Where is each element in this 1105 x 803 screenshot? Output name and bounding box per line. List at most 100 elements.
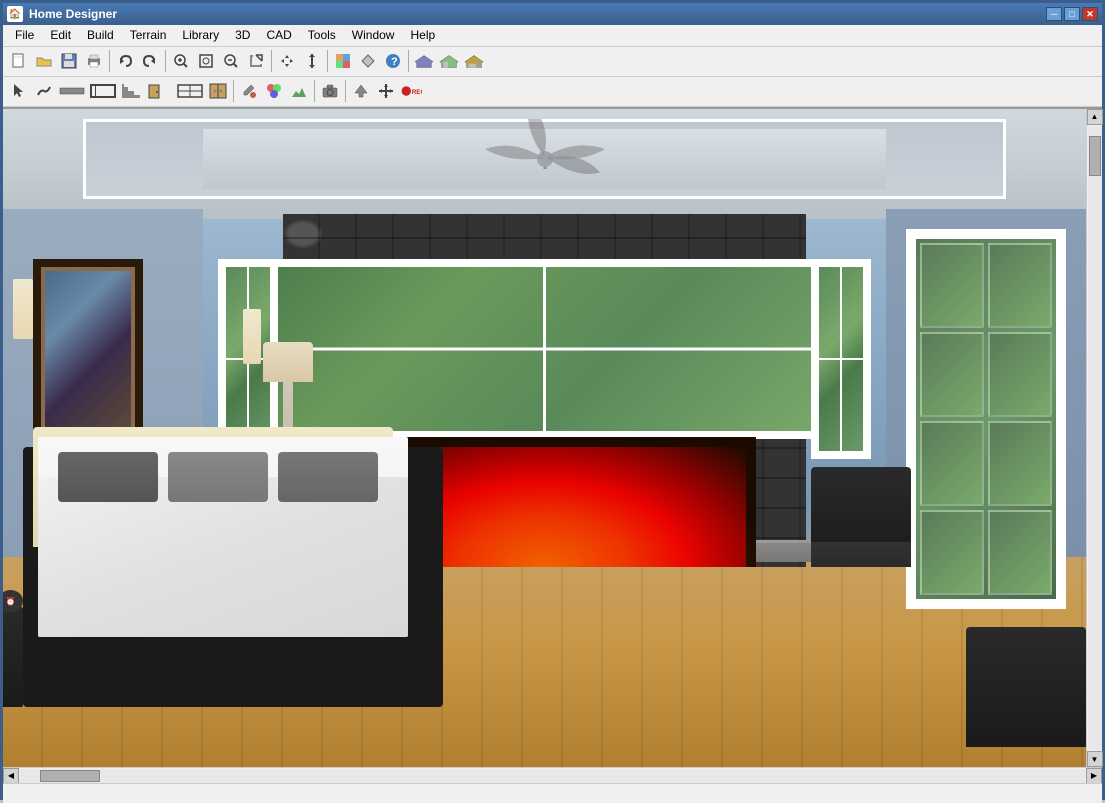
minimize-button[interactable]: ─ [1046, 7, 1062, 21]
pillow-2 [168, 452, 268, 502]
separator-2 [165, 50, 166, 72]
app-window: 🏠 Home Designer ─ □ ✕ File Edit Build Te… [0, 0, 1105, 800]
pillow-1 [58, 452, 158, 502]
menu-item-3d[interactable]: 3D [227, 25, 258, 46]
new-button[interactable] [7, 49, 31, 73]
arrow-up-button[interactable] [349, 78, 373, 104]
svg-text:?: ? [391, 56, 398, 68]
french-door [906, 229, 1066, 609]
house-view1-button[interactable] [412, 49, 436, 73]
scroll-left-button[interactable]: ◀ [3, 768, 19, 784]
menu-item-build[interactable]: Build [79, 25, 122, 46]
help-button[interactable]: ? [381, 49, 405, 73]
sconce-right [243, 309, 261, 364]
door-pane-3 [920, 332, 984, 417]
camera-tool-button[interactable] [318, 78, 342, 104]
door-pane-2 [988, 243, 1052, 328]
scroll-up-button[interactable]: ▲ [1087, 109, 1103, 125]
maximize-button[interactable]: □ [1064, 7, 1080, 21]
app-icon: 🏠 [7, 6, 23, 22]
undo-button[interactable] [113, 49, 137, 73]
menu-item-edit[interactable]: Edit [42, 25, 79, 46]
scroll-right-button[interactable]: ▶ [1086, 768, 1102, 784]
pillow-3 [278, 452, 378, 502]
polyline-tool-button[interactable] [32, 78, 56, 104]
print-button[interactable] [82, 49, 106, 73]
3d-viewport[interactable]: ⏰ [3, 109, 1086, 768]
room-scene: ⏰ [3, 109, 1086, 768]
separator-6 [233, 80, 234, 102]
paint-tool-button[interactable] [237, 78, 261, 104]
right-window [811, 259, 871, 459]
room-tool-button[interactable] [88, 78, 118, 104]
vertical-scrollbar[interactable]: ▲ ▼ [1086, 109, 1102, 768]
ceiling-inner [203, 129, 886, 189]
zoom-out-button[interactable] [219, 49, 243, 73]
menu-item-file[interactable]: File [7, 25, 42, 46]
nightstand [3, 607, 23, 707]
record-button[interactable]: REC [399, 78, 423, 104]
menu-item-cad[interactable]: CAD [258, 25, 299, 46]
toolbar-row-1: ? [3, 47, 1102, 77]
wall-tool-button[interactable] [57, 78, 87, 104]
door-tool-button[interactable] [144, 78, 174, 104]
save-button[interactable] [57, 49, 81, 73]
terrain-tool-button[interactable] [287, 78, 311, 104]
scroll-track-horizontal[interactable] [20, 769, 1085, 783]
center-window [243, 259, 846, 439]
menu-item-terrain[interactable]: Terrain [122, 25, 175, 46]
close-button[interactable]: ✕ [1082, 7, 1098, 21]
scroll-thumb-horizontal[interactable] [40, 770, 100, 782]
lamp-shade [263, 342, 313, 382]
select-tool-button[interactable] [7, 78, 31, 104]
door-pane-7 [920, 510, 984, 595]
material-tool-button[interactable] [262, 78, 286, 104]
menu-item-window[interactable]: Window [344, 25, 403, 46]
zoom-window-button[interactable] [194, 49, 218, 73]
scroll-down-button[interactable]: ▼ [1087, 751, 1103, 767]
menu-bar: File Edit Build Terrain Library 3D CAD T… [3, 25, 1102, 47]
status-bar [3, 783, 1102, 803]
separator-1 [109, 50, 110, 72]
separator-7 [314, 80, 315, 102]
scroll-thumb-vertical[interactable] [1089, 136, 1101, 176]
separator-3 [271, 50, 272, 72]
corner-chair [966, 627, 1086, 747]
symbol-button[interactable] [356, 49, 380, 73]
pan-button[interactable] [275, 49, 299, 73]
cabinet-tool-button[interactable] [206, 78, 230, 104]
zoom-in-button[interactable] [169, 49, 193, 73]
redo-button[interactable] [138, 49, 162, 73]
height-button[interactable] [300, 49, 324, 73]
menu-item-help[interactable]: Help [402, 25, 443, 46]
stair-tool-button[interactable] [119, 78, 143, 104]
artwork-inner [45, 271, 131, 427]
door-pane-5 [920, 421, 984, 506]
separator-5 [408, 50, 409, 72]
house-view3-button[interactable] [462, 49, 486, 73]
toolbar-row-2: REC [3, 77, 1102, 107]
window-tool-button[interactable] [175, 78, 205, 104]
texture-button[interactable] [331, 49, 355, 73]
svg-text:REC: REC [412, 89, 422, 96]
house-view2-button[interactable] [437, 49, 461, 73]
door-pane-6 [988, 421, 1052, 506]
sconce-left [13, 279, 33, 339]
horizontal-scrollbar[interactable]: ◀ ▶ [3, 767, 1102, 783]
menu-item-tools[interactable]: Tools [300, 25, 344, 46]
window-controls: ─ □ ✕ [1046, 7, 1098, 21]
door-pane-1 [920, 243, 984, 328]
door-pane-8 [988, 510, 1052, 595]
main-content: ⏰ ▲ ▼ [3, 109, 1102, 768]
fit-button[interactable] [244, 49, 268, 73]
separator-8 [345, 80, 346, 102]
move-tool-button[interactable] [374, 78, 398, 104]
open-button[interactable] [32, 49, 56, 73]
scroll-track-vertical[interactable] [1088, 126, 1102, 751]
door-pane-4 [988, 332, 1052, 417]
armchair-seat [811, 542, 911, 567]
separator-4 [327, 50, 328, 72]
menu-item-library[interactable]: Library [174, 25, 227, 46]
toolbar-area: ? [3, 47, 1102, 109]
artwork-painting [33, 259, 143, 439]
